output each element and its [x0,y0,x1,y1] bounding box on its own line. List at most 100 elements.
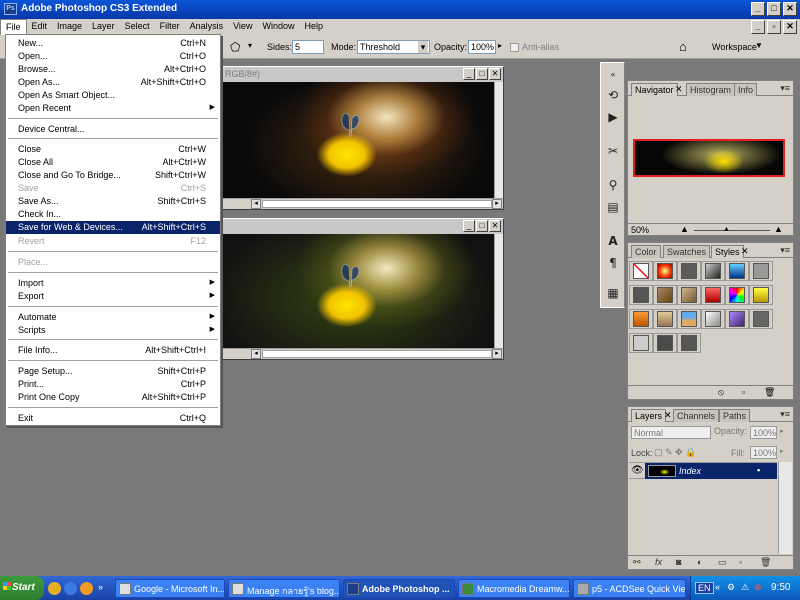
menu-image[interactable]: Image [52,19,87,35]
style-swatch[interactable] [681,287,697,303]
menu-layer[interactable]: Layer [87,19,120,35]
close-button[interactable]: ✕ [783,2,797,16]
layer-name[interactable]: Index [679,466,701,476]
layer-comps-icon[interactable]: ▦ [605,285,621,301]
doc2-close-button[interactable]: ✕ [489,220,501,232]
doc1-scroll-right-icon[interactable]: ▸ [492,199,502,209]
menu-item-save-as[interactable]: Save As... Shift+Ctrl+S [6,195,220,208]
close-tab-icon[interactable]: ✕ [741,246,749,257]
tab-navigator[interactable]: Navigator [631,83,678,96]
menu-item-print[interactable]: Print... Ctrl+P [6,378,220,391]
style-swatch[interactable] [705,311,721,327]
clock[interactable]: 9:50 [771,582,790,593]
close-tab-icon[interactable]: ✕ [675,84,683,95]
menu-item-open-as[interactable]: Open As... Alt+Shift+Ctrl+O [6,76,220,89]
doc2-scroll-right-icon[interactable]: ▸ [492,349,502,359]
menu-item-print-one-copy[interactable]: Print One Copy Alt+Shift+Ctrl+P [6,391,220,404]
maximize-button[interactable]: □ [767,2,781,16]
delete-layer-icon[interactable]: 🗑 [760,557,771,568]
tool-presets-icon[interactable]: ▤ [605,199,621,215]
menu-item-file-info[interactable]: File Info... Alt+Shift+Ctrl+I [6,344,220,357]
menu-item-close[interactable]: Close Ctrl+W [6,143,220,156]
doc2-scroll-left-icon[interactable]: ◂ [251,349,261,359]
close-tab-icon[interactable]: ✕ [664,410,672,421]
layer-style-icon[interactable]: fx [655,557,662,567]
style-swatch[interactable] [633,335,649,351]
taskbar-button-photoshop[interactable]: Adobe Photoshop ... [343,579,455,598]
doc2-vertical-scrollbar[interactable] [494,234,503,349]
menu-window[interactable]: Window [257,19,299,35]
opacity-dropdown-icon[interactable]: ▸ [498,41,502,50]
taskbar-button-ie[interactable]: Google - Microsoft In... [115,579,225,598]
quicklaunch-icon[interactable] [80,582,93,595]
taskbar-button-dreamweaver[interactable]: Macromedia Dreamw... [458,579,570,598]
new-style-icon[interactable]: ▫ [742,387,745,397]
tab-styles[interactable]: Styles [711,245,744,258]
style-swatch[interactable] [657,287,673,303]
document-window-2[interactable]: _ □ ✕ ◂ ▸ [210,218,504,360]
menu-select[interactable]: Select [120,19,155,35]
antivirus-icon[interactable]: ⊗ [754,582,762,593]
clear-style-icon[interactable]: ⦸ [718,387,724,398]
zoom-in-icon[interactable]: ▲ [774,224,783,234]
lock-icons[interactable]: ▢ ✎ ✥ 🔒 [654,447,696,458]
taskbar-button-blog[interactable]: Manage กลายรู้'s blog... [228,579,340,598]
layer-mask-icon[interactable]: ◙ [676,557,681,567]
doc2-minimize-button[interactable]: _ [463,220,475,232]
menu-filter[interactable]: Filter [155,19,185,35]
link-layers-icon[interactable]: ⚯ [633,557,641,568]
new-layer-icon[interactable]: ▫ [739,557,742,567]
chevron-down-icon[interactable]: ▾ [248,41,252,50]
menu-item-import[interactable]: Import ▶ [6,277,220,290]
zoom-slider-handle[interactable]: ▲ [723,226,730,233]
character-icon[interactable]: A [605,233,621,249]
menu-item-open-as-smart-object[interactable]: Open As Smart Object... [6,89,220,102]
doc2-horizontal-scrollbar[interactable]: ◂ ▸ [211,348,503,359]
doc1-scroll-left-icon[interactable]: ◂ [251,199,261,209]
brushes-icon[interactable]: ✂ [605,143,621,159]
doc-close-button[interactable]: ✕ [783,20,797,34]
style-swatch[interactable] [681,311,697,327]
style-swatch[interactable] [657,311,673,327]
panel-menu-icon[interactable]: ▾≡ [780,409,790,420]
selected-layer[interactable]: Index ▪ [645,463,777,479]
tab-swatches[interactable]: Swatches [663,245,711,258]
tab-histogram[interactable]: Histogram [686,83,736,96]
fill-input[interactable]: 100% [750,446,777,459]
doc1-vertical-scrollbar[interactable] [494,82,503,199]
menu-item-open[interactable]: Open... Ctrl+O [6,50,220,63]
style-swatch[interactable] [657,263,673,279]
mode-select[interactable]: Threshold [357,40,430,54]
tab-channels[interactable]: Channels [673,409,720,422]
style-swatch[interactable] [729,263,745,279]
menu-item-scripts[interactable]: Scripts ▶ [6,324,220,337]
menu-item-save-for-web[interactable]: Save for Web & Devices... Alt+Shift+Ctrl+… [6,221,220,234]
actions-icon[interactable]: ▶ [605,109,621,125]
menu-help[interactable]: Help [299,19,328,35]
menu-edit[interactable]: Edit [27,19,53,35]
layer-row-index[interactable]: 👁 Index ▪ [629,462,777,479]
adjustment-layer-icon[interactable]: ◐ [697,557,702,567]
blend-mode-select[interactable]: Normal [631,426,711,439]
doc-minimize-button[interactable]: _ [751,20,765,34]
panel-menu-icon[interactable]: ▾≡ [780,245,790,256]
style-swatch[interactable] [633,311,649,327]
menu-item-new[interactable]: New... Ctrl+N [6,37,220,50]
tray-expand-icon[interactable]: « [715,582,720,592]
menu-item-automate[interactable]: Automate ▶ [6,311,220,324]
file-browser-icon[interactable]: ⌂ [679,39,687,54]
style-swatch[interactable] [729,311,745,327]
tab-paths[interactable]: Paths [719,409,751,422]
menu-file[interactable]: File [0,19,27,35]
style-swatch[interactable] [753,287,769,303]
style-swatch[interactable] [753,263,769,279]
history-icon[interactable]: ⟲ [605,87,621,103]
opacity-input[interactable]: 100% [468,40,496,54]
opacity-dropdown-icon[interactable]: ▸ [780,427,784,435]
butterfly-image-green[interactable] [211,234,494,349]
menu-item-open-recent[interactable]: Open Recent ▶ [6,102,220,115]
trash-icon[interactable]: 🗑 [764,387,775,398]
doc2-maximize-button[interactable]: □ [476,220,488,232]
menu-view[interactable]: View [228,19,257,35]
collapse-arrows-icon[interactable]: « [605,67,621,83]
